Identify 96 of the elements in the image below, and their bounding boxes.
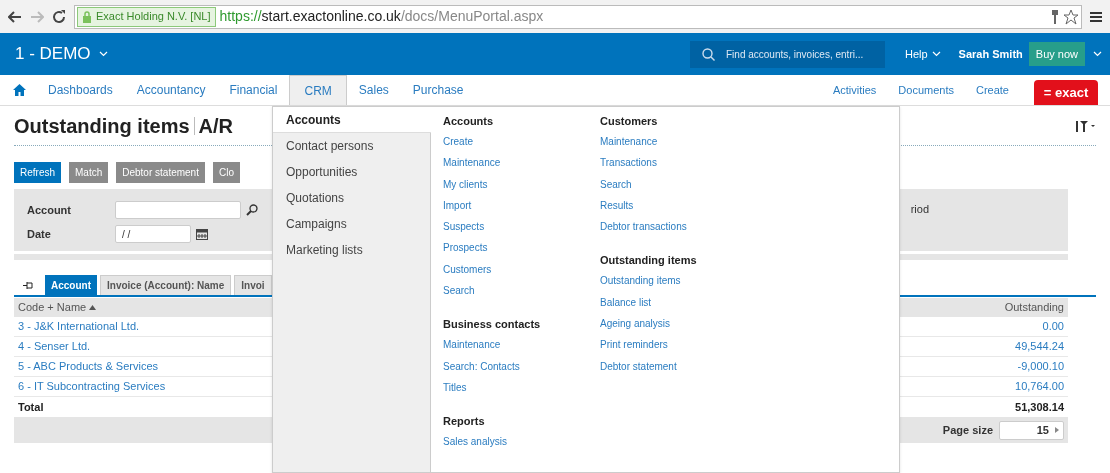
nav-link[interactable]: Documents <box>898 81 954 99</box>
menu-section-title: Business contacts <box>443 317 542 333</box>
menu-link[interactable]: Debtor statement <box>600 358 745 380</box>
url-text: https://start.exactonline.co.uk/docs/MenuPortal.aspx <box>219 7 544 26</box>
reload-icon[interactable] <box>52 9 66 24</box>
menu-category[interactable]: Campaigns <box>273 211 430 237</box>
menu-link[interactable]: Sales analysis <box>443 434 588 456</box>
calendar-icon[interactable] <box>196 228 208 240</box>
table-cell[interactable]: 49,544.24 <box>1015 338 1064 355</box>
page-size-field[interactable]: 15 <box>999 420 1064 440</box>
menu-category[interactable]: Marketing lists <box>273 237 430 263</box>
star-icon[interactable] <box>1063 8 1079 25</box>
chevron-icon <box>98 51 108 57</box>
page-size-label: Page size <box>942 422 993 438</box>
account-field[interactable] <box>115 201 241 219</box>
menu-link[interactable]: Search: Contacts <box>443 358 588 380</box>
total-label: Total <box>18 399 44 415</box>
pin-icon[interactable] <box>23 282 33 289</box>
menu-link[interactable]: Outstanding items <box>600 273 745 295</box>
total-value: 51,308.14 <box>1015 399 1064 415</box>
search-icon <box>702 47 715 61</box>
site-identity-badge[interactable]: Exact Holding N.V. [NL] <box>77 6 216 27</box>
menu-link[interactable]: Debtor transactions <box>600 219 745 241</box>
toolbar-button[interactable]: Clo <box>212 162 240 183</box>
address-bar[interactable]: Exact Holding N.V. [NL] https://start.exactonline.co.uk/docs/MenuPortal.aspx <box>74 4 1082 29</box>
caret-icon <box>1055 427 1059 433</box>
grid-tab[interactable]: Invoi <box>234 275 272 295</box>
menu-section-title: Accounts <box>443 114 495 129</box>
date-field[interactable]: / / <box>115 225 191 243</box>
menu-link[interactable]: My clients <box>443 176 588 198</box>
menu-link[interactable]: Customers <box>443 261 588 284</box>
menu-section-title: Customers <box>600 114 659 129</box>
back-icon[interactable] <box>8 10 22 23</box>
nav-tab[interactable]: Financial <box>217 75 290 105</box>
menu-link[interactable]: Results <box>600 197 745 220</box>
nav-tab[interactable]: Dashboards <box>36 75 125 105</box>
page-title: Outstanding items <box>14 113 190 139</box>
key-icon[interactable] <box>1051 9 1059 24</box>
menu-link[interactable]: Suspects <box>443 219 588 241</box>
nav-link[interactable]: Create <box>975 81 1009 99</box>
menu-section-title: Outstanding items <box>600 253 698 269</box>
search-field[interactable]: Find accounts, invoices, entri... <box>690 40 885 68</box>
menu-category[interactable]: Quotations <box>273 185 430 211</box>
toolbar-button[interactable]: Refresh <box>14 162 61 183</box>
menu-link[interactable]: Maintenance <box>443 155 588 177</box>
menu-link[interactable]: Create <box>443 134 588 156</box>
table-cell[interactable]: 3 - J&K International Ltd. <box>18 318 140 335</box>
user-name[interactable]: Sarah Smith <box>958 45 1023 63</box>
field-label: Account <box>27 202 72 218</box>
toolbar-button[interactable]: Match <box>69 162 109 183</box>
table-cell[interactable]: 5 - ABC Products & Services <box>18 358 158 375</box>
grid-tab[interactable]: Account <box>45 275 97 295</box>
grid-tab[interactable]: Invoice (Account): Name <box>100 275 232 295</box>
company-selector[interactable]: 1 - DEMO <box>15 41 108 67</box>
nav-tab[interactable]: CRM <box>289 75 347 105</box>
chevron-icon <box>931 51 941 57</box>
nav-tab[interactable]: Accountancy <box>124 75 218 105</box>
search-icon[interactable] <box>246 204 258 216</box>
menu-link[interactable]: Search <box>443 283 588 305</box>
table-cell[interactable]: 10,764.00 <box>1015 378 1064 395</box>
toolbar-button[interactable]: Debtor statement <box>116 162 205 183</box>
menu-link[interactable]: Transactions <box>600 155 745 177</box>
menu-link[interactable]: Maintenance <box>443 337 588 359</box>
nav-tab[interactable]: Sales <box>346 75 401 105</box>
menu-link[interactable]: Search <box>600 176 745 198</box>
help-menu[interactable]: Help <box>905 45 941 63</box>
page-subtitle: A/R <box>198 113 234 139</box>
nav-link[interactable]: Activities <box>832 81 877 99</box>
menu-section-title: Reports <box>443 414 486 430</box>
nav-tab[interactable]: Purchase <box>400 75 476 105</box>
exact-logo[interactable]: = exact <box>1034 80 1098 105</box>
menu-link[interactable]: Print reminders <box>600 337 745 359</box>
padlock-icon <box>82 10 92 23</box>
menu-link[interactable]: Prospects <box>443 240 588 262</box>
column-header[interactable]: Code + Name <box>18 299 97 316</box>
table-cell[interactable]: 0.00 <box>1042 318 1064 335</box>
menu-link[interactable]: Titles <box>443 379 588 402</box>
sort-icon <box>89 305 97 310</box>
table-cell[interactable]: 4 - Senser Ltd. <box>18 338 91 355</box>
menu-link[interactable]: Balance list <box>600 294 745 317</box>
field-label: Date <box>27 226 52 242</box>
column-header[interactable]: Outstanding <box>1004 299 1064 316</box>
menu-icon[interactable] <box>1090 10 1102 23</box>
menu-category[interactable]: Opportunities <box>273 159 430 185</box>
filter-label: riod <box>910 202 929 217</box>
tools-icon[interactable] <box>1076 119 1096 132</box>
table-cell[interactable]: -9,000.10 <box>1017 358 1064 375</box>
menu-link[interactable]: Maintenance <box>600 134 745 156</box>
menu-category[interactable]: Accounts <box>273 107 431 133</box>
menu-link[interactable]: Import <box>443 197 588 220</box>
chevron-icon <box>1093 51 1102 57</box>
table-cell[interactable]: 6 - IT Subcontracting Services <box>18 378 166 395</box>
home-icon[interactable] <box>13 84 26 96</box>
menu-category[interactable]: Contact persons <box>273 133 430 159</box>
menu-link[interactable]: Ageing analysis <box>600 316 745 338</box>
buy-now-button[interactable]: Buy now <box>1028 42 1085 66</box>
